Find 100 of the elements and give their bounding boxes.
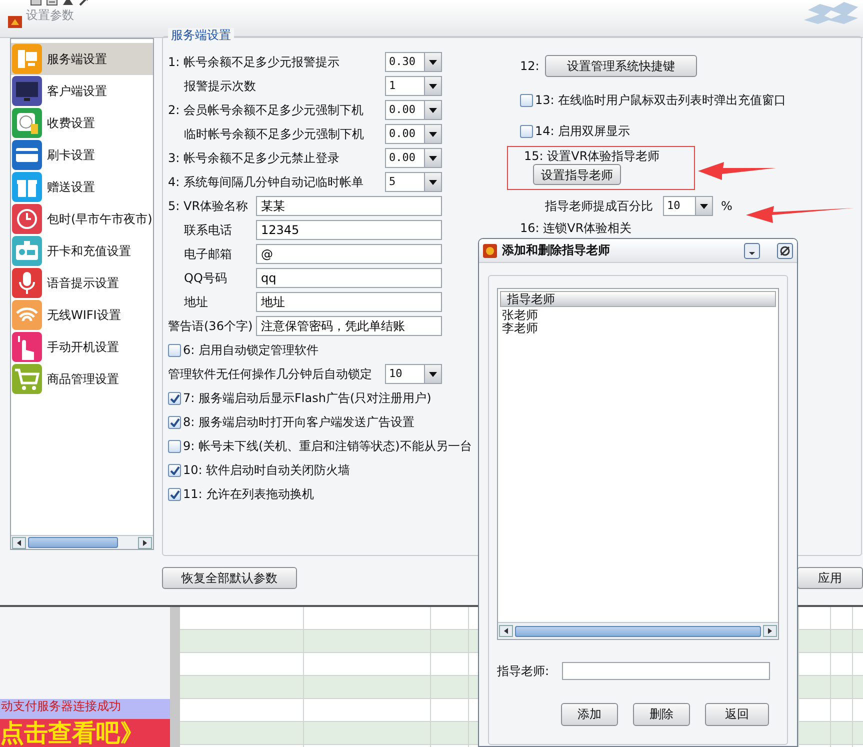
sidebar-item[interactable]: 赠送设置 <box>11 171 153 203</box>
field-label: 指导老师: <box>497 664 550 678</box>
sidebar-item[interactable]: 无线WIFI设置 <box>11 299 153 331</box>
field-label: 15: 设置VR体验指导老师 <box>524 149 661 164</box>
option-label: 9: 帐号未下线(关机、重启和注销等状态)不能从另一台 <box>183 438 472 454</box>
dropdown[interactable]: 10 <box>385 364 442 384</box>
option-label: 8: 服务端启动时打开向客户端发送广告设置 <box>183 414 414 430</box>
scroll-right-icon[interactable] <box>143 540 147 546</box>
app-icon <box>483 244 497 258</box>
checkbox[interactable] <box>520 94 533 107</box>
text-field[interactable]: 地址 <box>256 292 442 312</box>
unit-label: % <box>721 198 732 214</box>
dropdown-value: 0.00 <box>389 127 416 141</box>
dropdown-value: 10 <box>389 367 402 381</box>
dropdown[interactable]: 1 <box>385 76 442 96</box>
checkbox[interactable] <box>168 344 181 356</box>
checkbox[interactable] <box>520 125 533 138</box>
close-icon[interactable] <box>777 242 793 258</box>
caret-icon <box>429 60 437 64</box>
option-label: 14: 启用双屏显示 <box>535 124 630 139</box>
shortcut-button[interactable]: 设置管理系统快捷键 <box>545 55 697 77</box>
list-item[interactable]: 张老师 <box>502 309 774 322</box>
group-title: 服务端设置 <box>168 28 234 42</box>
dropdown[interactable]: 0.00 <box>385 148 442 168</box>
option-label: 6: 启用自动锁定管理软件 <box>183 342 318 358</box>
dialog-button[interactable]: 返回 <box>705 703 769 726</box>
sidebar-item[interactable]: 语音提示设置 <box>11 267 153 299</box>
dropdown[interactable]: 0.30 <box>385 52 442 72</box>
field-label: 管理软件无任何操作几分钟后自动锁定 <box>168 366 373 382</box>
field-label: 16: 连锁VR体验相关 <box>520 220 632 236</box>
text-field[interactable]: 注意保管密码，凭此单结账 <box>256 316 442 336</box>
sidebar-item[interactable]: 服务端设置 <box>11 43 153 75</box>
caret-icon <box>429 132 437 136</box>
list-item[interactable]: 李老师 <box>502 322 774 335</box>
teacher-button[interactable]: 设置指导老师 <box>533 164 621 186</box>
field-label: 2: 会员帐号余额不足多少元强制下机 <box>168 102 364 118</box>
dropdown[interactable]: 0.00 <box>385 124 442 144</box>
caret-icon <box>429 372 437 376</box>
dropdown-value: 0.30 <box>389 55 416 69</box>
window-title: 设置参数 <box>26 8 74 22</box>
field-label: 报警提示次数 <box>183 78 257 94</box>
sidebar-item[interactable]: 开卡和充值设置 <box>11 235 153 267</box>
dropdown-value: 5 <box>389 175 396 189</box>
scroll-right-icon[interactable] <box>768 628 772 634</box>
sidebar-item[interactable]: 客户端设置 <box>11 75 153 107</box>
list-header: 指导老师 <box>500 291 776 307</box>
scroll-left-icon[interactable] <box>17 540 21 546</box>
scroll-left-icon[interactable] <box>504 628 508 634</box>
sidebar-item[interactable]: 手动开机设置 <box>11 331 153 363</box>
sidebar-item[interactable]: 收费设置 <box>11 107 153 139</box>
option-label: 7: 服务端启动后显示Flash广告(只对注册用户) <box>183 390 432 406</box>
footer-button[interactable]: 恢复全部默认参数 <box>162 567 297 589</box>
field-label: 指导老师提成百分比 <box>545 198 654 214</box>
caret-icon <box>429 108 437 112</box>
field-label: 警告语(36个字) <box>168 318 254 334</box>
checkbox[interactable] <box>168 464 181 476</box>
caret-icon <box>429 180 437 184</box>
scrollbar[interactable] <box>498 622 778 639</box>
app-icon <box>8 16 22 28</box>
sidebar-item[interactable]: 刷卡设置 <box>11 139 153 171</box>
field-label: 12: <box>520 58 540 74</box>
checkbox[interactable] <box>168 488 181 500</box>
text-field[interactable]: @ <box>256 244 442 264</box>
caret-icon <box>700 204 708 208</box>
text-field[interactable] <box>562 662 770 680</box>
dropdown-value: 10 <box>667 199 680 213</box>
footer-button[interactable]: 应用 <box>797 567 863 589</box>
minimize-icon[interactable] <box>744 242 760 258</box>
dropdown[interactable]: 10 <box>663 196 713 216</box>
option-label: 11: 允许在列表拖动换机 <box>183 486 314 502</box>
dropdown-value: 0.00 <box>389 151 416 165</box>
text-field[interactable]: 某某 <box>256 196 442 216</box>
field-label: 联系电话 <box>183 222 233 238</box>
checkbox[interactable] <box>168 416 181 428</box>
field-label: 3: 帐号余额不足多少元禁止登录 <box>168 150 340 166</box>
dropdown[interactable]: 0.00 <box>385 100 442 120</box>
dialog-title: 添加和删除指导老师 <box>502 243 611 258</box>
monitor-icon <box>12 76 42 106</box>
field-label: QQ号码 <box>183 270 228 286</box>
dialog-button[interactable]: 删除 <box>633 703 690 726</box>
field-label: 临时帐号余额不足多少元强制下机 <box>183 126 365 142</box>
checkbox[interactable] <box>168 392 181 404</box>
sidebar-item[interactable]: 商品管理设置 <box>11 363 153 395</box>
field-label: 4: 系统每间隔几分钟自动记临时帐单 <box>168 174 364 190</box>
caret-icon <box>429 156 437 160</box>
field-label: 1: 帐号余额不足多少元报警提示 <box>168 54 340 70</box>
scrollbar[interactable] <box>11 535 153 549</box>
dropdown[interactable]: 5 <box>385 172 442 192</box>
checkbox[interactable] <box>168 440 181 452</box>
caret-icon <box>429 84 437 88</box>
field-label: 电子邮箱 <box>183 246 233 262</box>
option-label: 10: 软件启动时自动关闭防火墙 <box>183 462 350 478</box>
sidebar-item[interactable]: 包时(早市午市夜市) <box>11 203 153 235</box>
text-field[interactable]: qq <box>256 268 442 288</box>
dialog-button[interactable]: 添加 <box>561 703 618 726</box>
text-field[interactable]: 12345 <box>256 220 442 240</box>
field-label: 5: VR体验名称 <box>168 198 250 214</box>
check-icon <box>170 490 180 498</box>
check-icon <box>170 418 180 426</box>
dropdown-value: 0.00 <box>389 103 416 117</box>
